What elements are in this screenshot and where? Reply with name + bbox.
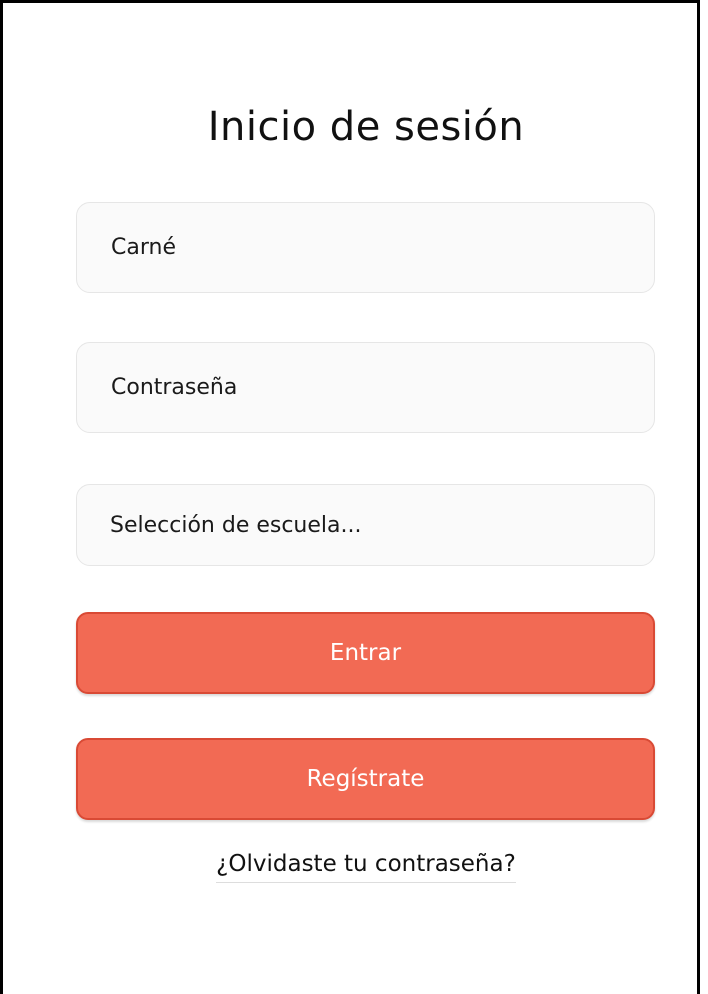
carne-input[interactable]: [76, 202, 655, 293]
login-button[interactable]: Entrar: [76, 612, 655, 694]
school-select[interactable]: Selección de escuela...: [76, 484, 655, 566]
page-title: Inicio de sesión: [207, 104, 525, 150]
password-input[interactable]: [76, 342, 655, 433]
forgot-password-container: ¿Olvidaste tu contraseña?: [0, 851, 708, 883]
forgot-password-link[interactable]: ¿Olvidaste tu contraseña?: [216, 851, 516, 883]
register-button[interactable]: Regístrate: [76, 738, 655, 820]
